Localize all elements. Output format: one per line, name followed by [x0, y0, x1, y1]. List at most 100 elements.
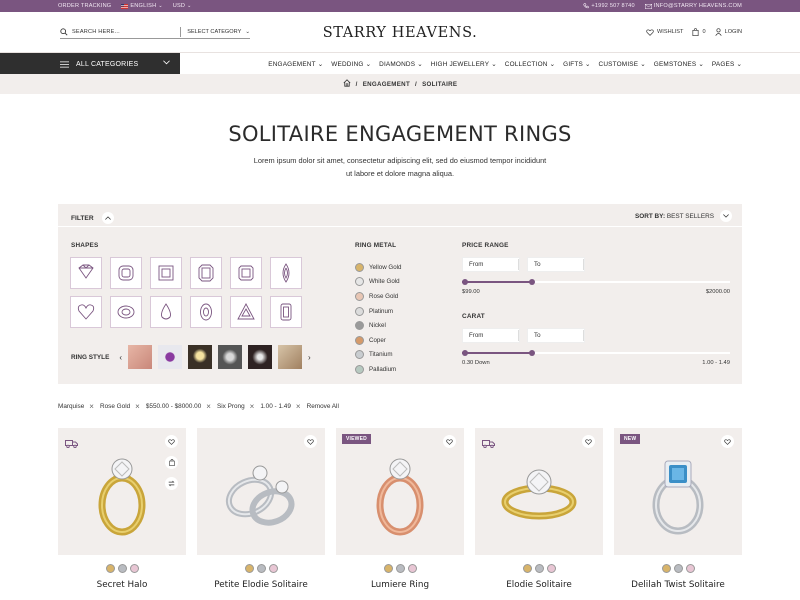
chevron-right-icon[interactable]: ›	[308, 353, 311, 362]
wishlist-link[interactable]: WISHLIST	[646, 28, 683, 36]
metal-radio[interactable]	[355, 262, 364, 272]
product-image[interactable]	[58, 428, 186, 555]
ring-style-thumb[interactable]	[248, 345, 273, 369]
close-icon[interactable]: ×	[89, 402, 94, 411]
carat-slider-max-handle[interactable]	[528, 350, 535, 356]
carat-from-input[interactable]: From	[462, 328, 520, 343]
metal-option[interactable]: Nickel	[355, 318, 401, 333]
product-card[interactable]: Secret Halo	[58, 428, 186, 590]
shape-option[interactable]	[110, 296, 142, 328]
metal-swatch[interactable]	[244, 564, 254, 573]
metal-swatch[interactable]	[117, 564, 127, 573]
metal-option[interactable]: Palladium	[355, 362, 401, 377]
ring-style-thumb[interactable]	[158, 345, 183, 369]
metal-swatch[interactable]	[673, 564, 683, 573]
shape-option[interactable]	[190, 296, 222, 328]
price-slider-min-handle[interactable]	[462, 279, 468, 285]
product-name[interactable]: Delilah Twist Solitaire	[614, 580, 742, 590]
login-link[interactable]: LOGIN	[714, 28, 742, 36]
metal-option[interactable]: Coper	[355, 333, 401, 348]
product-name[interactable]: Lumiere Ring	[336, 580, 464, 590]
metal-radio[interactable]	[355, 321, 364, 331]
product-image[interactable]: VIEWED	[336, 428, 464, 555]
shape-option[interactable]	[110, 257, 142, 289]
metal-option[interactable]: Titanium	[355, 348, 401, 363]
ring-style-thumb[interactable]	[128, 345, 153, 369]
currency-selector[interactable]: USD ⌄	[173, 3, 192, 9]
ring-style-thumb[interactable]	[188, 345, 213, 369]
nav-item-diamonds[interactable]: DIAMONDS ⌄	[379, 60, 423, 69]
metal-swatch[interactable]	[395, 564, 405, 573]
product-card[interactable]: VIEWED Lumiere Ring	[336, 428, 464, 590]
metal-swatch[interactable]	[268, 564, 278, 573]
metal-swatch[interactable]	[534, 564, 544, 573]
ring-style-thumb[interactable]	[218, 345, 243, 369]
metal-swatch[interactable]	[383, 564, 393, 573]
product-name[interactable]: Petite Elodie Solitaire	[197, 580, 325, 590]
product-image[interactable]	[197, 428, 325, 555]
shape-option[interactable]	[70, 296, 102, 328]
metal-swatch[interactable]	[256, 564, 266, 573]
product-card[interactable]: Petite Elodie Solitaire	[197, 428, 325, 590]
shape-option[interactable]	[150, 257, 182, 289]
phone-link[interactable]: +1992 507 8740	[583, 3, 635, 9]
email-link[interactable]: INFO@STARRY HEAVENS.COM	[644, 3, 742, 9]
sort-dropdown[interactable]: SORT BY: BEST SELLERS	[635, 210, 732, 222]
price-slider-max-handle[interactable]	[528, 279, 535, 285]
metal-swatch[interactable]	[685, 564, 695, 573]
product-name[interactable]: Secret Halo	[58, 580, 186, 590]
carat-slider[interactable]	[462, 349, 730, 356]
shape-option[interactable]	[270, 257, 302, 289]
shape-option[interactable]	[270, 296, 302, 328]
product-card[interactable]: NEW Delilah Twist Solitaire	[614, 428, 742, 590]
close-icon[interactable]: ×	[206, 402, 211, 411]
metal-option[interactable]: Platinum	[355, 304, 401, 319]
carat-slider-min-handle[interactable]	[462, 350, 468, 356]
nav-item-wedding[interactable]: WEDDING ⌄	[331, 60, 371, 69]
close-icon[interactable]: ×	[296, 402, 301, 411]
price-to-input[interactable]: To	[527, 257, 585, 272]
nav-item-engagement[interactable]: ENGAGEMENT ⌄	[268, 60, 323, 69]
product-image[interactable]	[475, 428, 603, 555]
nav-item-customise[interactable]: CUSTOMISE ⌄	[599, 60, 646, 69]
product-card[interactable]: Elodie Solitaire	[475, 428, 603, 590]
nav-item-collection[interactable]: COLLECTION ⌄	[505, 60, 555, 69]
metal-swatch[interactable]	[407, 564, 417, 573]
metal-swatch[interactable]	[661, 564, 671, 573]
metal-option[interactable]: Yellow Gold	[355, 260, 401, 275]
metal-swatch[interactable]	[129, 564, 139, 573]
price-slider[interactable]	[462, 278, 730, 285]
filter-toggle[interactable]: FILTER	[71, 212, 114, 224]
close-icon[interactable]: ×	[135, 402, 140, 411]
metal-swatch[interactable]	[105, 564, 115, 573]
shape-option[interactable]	[70, 257, 102, 289]
shape-option[interactable]	[230, 257, 262, 289]
product-image[interactable]: NEW	[614, 428, 742, 555]
remove-all-link[interactable]: Remove All	[307, 403, 339, 410]
metal-option[interactable]: Rose Gold	[355, 289, 401, 304]
chevron-left-icon[interactable]: ‹	[119, 353, 122, 362]
product-name[interactable]: Elodie Solitaire	[475, 580, 603, 590]
metal-radio[interactable]	[355, 350, 364, 360]
chevron-up-icon[interactable]	[101, 212, 114, 224]
breadcrumb-item-engagement[interactable]: ENGAGEMENT	[363, 81, 410, 88]
cart-link[interactable]: 0	[692, 28, 706, 36]
order-tracking-link[interactable]: ORDER TRACKING	[58, 3, 111, 9]
nav-item-pages[interactable]: PAGES ⌄	[712, 60, 742, 69]
shape-option[interactable]	[190, 257, 222, 289]
language-selector[interactable]: ENGLISH ⌄	[121, 3, 162, 9]
metal-option[interactable]: White Gold	[355, 275, 401, 290]
metal-radio[interactable]	[355, 335, 364, 345]
all-categories-button[interactable]: ALL CATEGORIES	[0, 53, 180, 75]
price-from-input[interactable]: From	[462, 257, 520, 272]
shape-option[interactable]	[230, 296, 262, 328]
metal-radio[interactable]	[355, 364, 364, 374]
ring-style-thumb[interactable]	[278, 345, 303, 369]
nav-item-high-jewellery[interactable]: HIGH JEWELLERY ⌄	[431, 60, 497, 69]
carat-to-input[interactable]: To	[527, 328, 585, 343]
nav-item-gemstones[interactable]: GEMSTONES ⌄	[654, 60, 704, 69]
metal-swatch[interactable]	[522, 564, 532, 573]
nav-item-gifts[interactable]: GIFTS ⌄	[563, 60, 590, 69]
metal-radio[interactable]	[355, 277, 364, 287]
shape-option[interactable]	[150, 296, 182, 328]
